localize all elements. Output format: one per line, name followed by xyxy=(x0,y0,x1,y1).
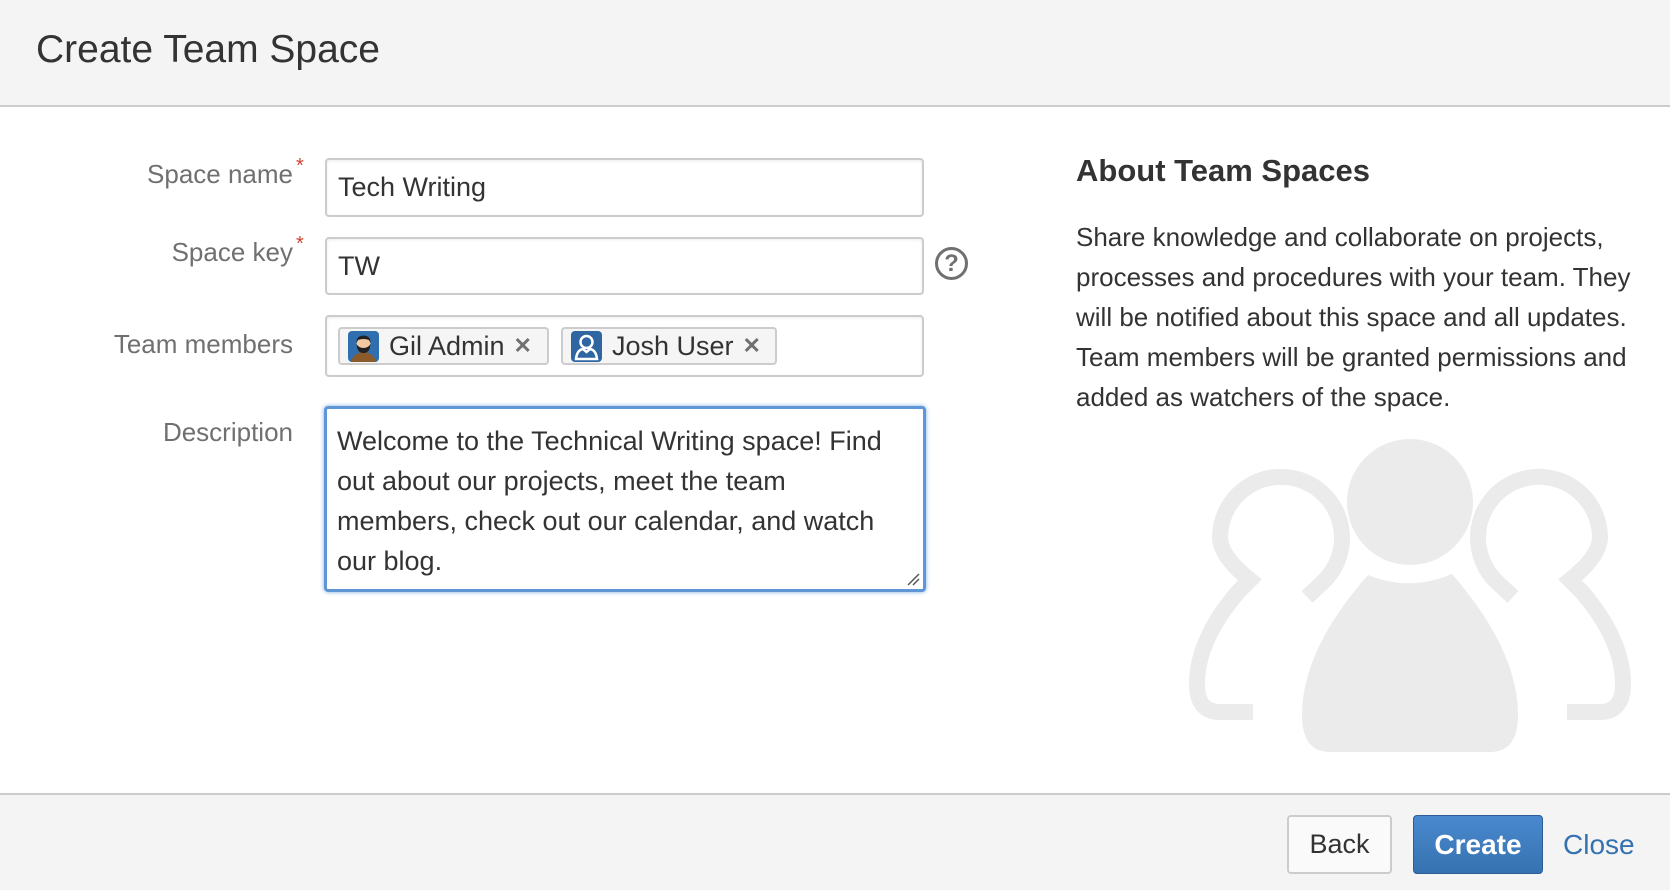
about-title: About Team Spaces xyxy=(1076,153,1371,188)
space-name-value: Tech Writing xyxy=(338,172,487,202)
default-user-avatar xyxy=(571,330,602,362)
space-key-value: TW xyxy=(338,250,380,281)
remove-member-icon[interactable]: ✕ xyxy=(514,333,532,359)
member-tag-gil-admin: Gil Admin ✕ xyxy=(338,327,549,365)
member-name: Gil Admin xyxy=(389,330,505,361)
space-name-input[interactable]: Tech Writing xyxy=(325,158,924,217)
description-value: Welcome to the Technical Writing space! … xyxy=(337,426,882,576)
dialog-title: Create Team Space xyxy=(36,28,380,71)
team-people-icon xyxy=(1188,439,1632,752)
about-text: Share knowledge and collaborate on proje… xyxy=(1076,222,1631,412)
space-key-input[interactable]: TW xyxy=(325,237,924,295)
member-tag-josh-user: Josh User ✕ xyxy=(561,327,777,365)
dialog-header: Create Team Space xyxy=(0,0,1670,107)
create-button[interactable]: Create xyxy=(1413,815,1543,874)
remove-member-icon[interactable]: ✕ xyxy=(743,333,761,359)
question-circle-icon[interactable]: ? xyxy=(935,247,968,280)
space-key-label: Space key xyxy=(171,237,293,267)
description-textarea[interactable]: Welcome to the Technical Writing space! … xyxy=(324,406,926,592)
resize-grip-icon[interactable] xyxy=(906,572,920,586)
back-button[interactable]: Back xyxy=(1287,815,1392,874)
bearded-user-avatar xyxy=(348,330,379,362)
team-members-label: Team members xyxy=(113,329,293,359)
member-name: Josh User xyxy=(612,330,734,361)
space-name-label: Space name xyxy=(147,159,293,189)
description-label: Description xyxy=(162,417,293,447)
close-link[interactable]: Close xyxy=(1563,829,1635,861)
required-marker: * xyxy=(296,233,304,255)
dialog-content: Space name * Tech Writing Space key * TW… xyxy=(0,107,1670,793)
dialog-footer: Back Create Close xyxy=(0,793,1670,890)
required-marker: * xyxy=(296,155,304,177)
